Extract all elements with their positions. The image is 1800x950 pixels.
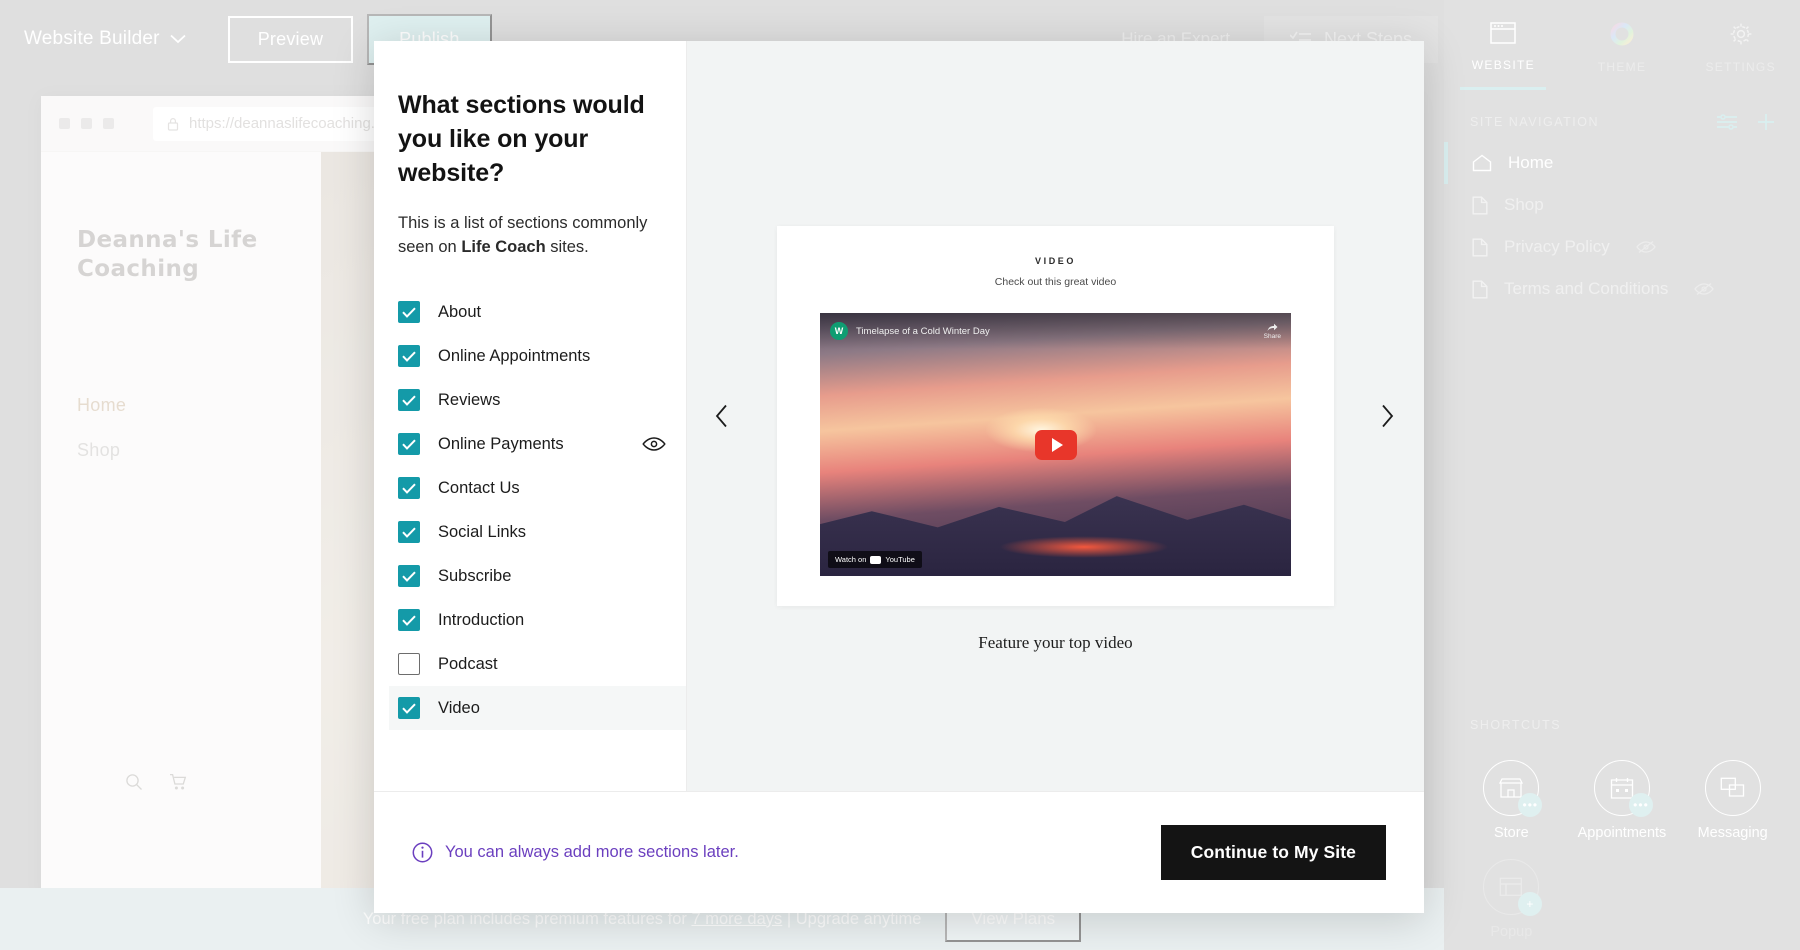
preview-caption: Feature your top video [687, 633, 1424, 653]
sections-pane: What sections would you like on your web… [374, 41, 687, 791]
section-label-introduction: Introduction [438, 611, 524, 630]
checkbox-contact-us[interactable] [398, 477, 420, 499]
continue-to-my-site-button[interactable]: Continue to My Site [1161, 825, 1386, 880]
share-icon [1267, 323, 1278, 332]
watch-on-youtube-badge[interactable]: Watch on YouTube [828, 551, 922, 568]
chevron-right-icon [1380, 404, 1394, 428]
app-root: https://deannaslifecoaching.go Deanna's … [0, 0, 1800, 950]
modal-title: What sections would you like on your web… [398, 89, 686, 190]
preview-subtitle: Check out this great video [777, 276, 1334, 288]
section-label-social-links: Social Links [438, 523, 526, 542]
watch-on-label: Watch on [835, 555, 866, 564]
video-share-button[interactable]: Share [1264, 323, 1281, 340]
section-label-contact-us: Contact Us [438, 479, 520, 498]
carousel-next-button[interactable] [1370, 399, 1404, 433]
sections-modal: What sections would you like on your web… [374, 41, 1424, 913]
section-row-about[interactable]: About [389, 290, 686, 334]
section-label-online-payments: Online Payments [438, 435, 564, 454]
section-label-podcast: Podcast [438, 655, 498, 674]
checkbox-reviews[interactable] [398, 389, 420, 411]
modal-subtitle: This is a list of sections commonly seen… [398, 212, 686, 260]
section-label-subscribe: Subscribe [438, 567, 511, 586]
carousel-prev-button[interactable] [705, 399, 739, 433]
section-row-introduction[interactable]: Introduction [389, 598, 686, 642]
footer-info-text: You can always add more sections later. [445, 843, 739, 862]
video-section-preview-card: VIDEO Check out this great video W Timel… [777, 226, 1334, 606]
youtube-logo-icon [870, 556, 881, 564]
modal-subtitle-suffix: sites. [546, 238, 589, 256]
checkbox-online-appointments[interactable] [398, 345, 420, 367]
modal-body: What sections would you like on your web… [374, 41, 1424, 791]
video-title: Timelapse of a Cold Winter Day [856, 326, 990, 337]
sections-checklist: About Online Appointments Reviews [398, 290, 686, 730]
video-share-label: Share [1264, 333, 1281, 340]
section-row-contact-us[interactable]: Contact Us [389, 466, 686, 510]
info-circle-icon [412, 842, 433, 863]
youtube-brand-label: YouTube [885, 555, 914, 564]
preview-eyebrow: VIDEO [777, 256, 1334, 266]
section-row-online-appointments[interactable]: Online Appointments [389, 334, 686, 378]
section-row-subscribe[interactable]: Subscribe [389, 554, 686, 598]
section-label-online-appointments: Online Appointments [438, 347, 590, 366]
section-label-video: Video [438, 699, 480, 718]
section-label-reviews: Reviews [438, 391, 500, 410]
video-thumbnail[interactable]: W Timelapse of a Cold Winter Day Share [820, 313, 1291, 576]
checkbox-subscribe[interactable] [398, 565, 420, 587]
section-preview-pane: VIDEO Check out this great video W Timel… [687, 41, 1424, 791]
checkbox-podcast[interactable] [398, 653, 420, 675]
section-row-video[interactable]: Video [389, 686, 686, 730]
section-row-social-links[interactable]: Social Links [389, 510, 686, 554]
play-button-icon[interactable] [1035, 430, 1077, 460]
modal-footer: You can always add more sections later. … [374, 791, 1424, 913]
lava-glow [999, 536, 1169, 558]
section-row-online-payments[interactable]: Online Payments [389, 422, 686, 466]
eye-icon[interactable] [642, 436, 666, 452]
chevron-left-icon [715, 404, 729, 428]
checkbox-video[interactable] [398, 697, 420, 719]
checkbox-social-links[interactable] [398, 521, 420, 543]
checkbox-introduction[interactable] [398, 609, 420, 631]
section-label-about: About [438, 303, 481, 322]
checkbox-online-payments[interactable] [398, 433, 420, 455]
modal-subtitle-vertical: Life Coach [461, 238, 545, 256]
footer-info-note: You can always add more sections later. [412, 842, 739, 863]
section-row-reviews[interactable]: Reviews [389, 378, 686, 422]
checkbox-about[interactable] [398, 301, 420, 323]
section-row-podcast[interactable]: Podcast [389, 642, 686, 686]
video-header-overlay: W Timelapse of a Cold Winter Day Share [820, 313, 1291, 349]
channel-avatar: W [830, 322, 848, 340]
